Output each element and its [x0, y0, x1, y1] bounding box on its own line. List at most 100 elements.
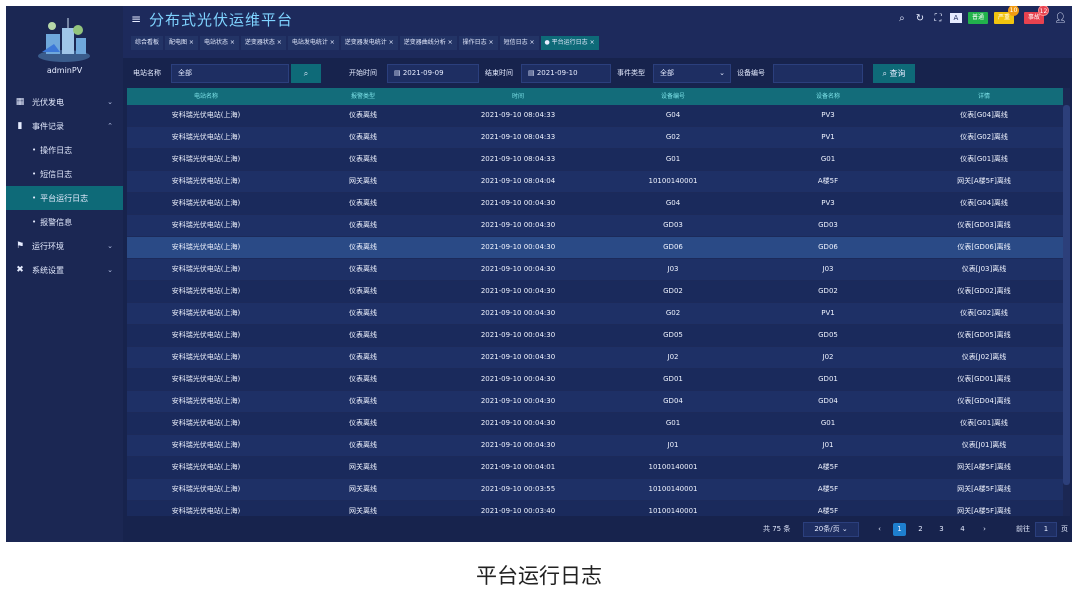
normal-alarm-badge[interactable]: 普通	[967, 12, 988, 24]
cell-time: 2021-09-10 00:04:30	[480, 419, 556, 427]
sidebar-item-events[interactable]: ▮ 事件记录 ⌃	[6, 114, 123, 138]
page-button-3[interactable]: 3	[935, 523, 948, 536]
refresh-icon[interactable]: ↻	[914, 13, 926, 24]
cell-time: 2021-09-10 00:04:30	[480, 331, 556, 339]
cell-alarm-type: 仪表离线	[349, 111, 377, 119]
cell-time: 2021-09-10 00:04:01	[480, 463, 556, 471]
next-page-button[interactable]: ›	[978, 523, 991, 536]
search-icon[interactable]: ⌕	[896, 13, 908, 24]
table-row[interactable]: 安科瑞光伏电站(上海) 仪表离线 2021-09-10 00:04:30 GD05 GD…	[127, 325, 1063, 347]
cell-device-no: G02	[665, 309, 681, 317]
col-device-no: 设备编号	[660, 93, 685, 100]
cell-alarm-type: 仪表离线	[349, 199, 377, 207]
goto-label: 前往	[1016, 525, 1030, 533]
cell-device-no: GD05	[663, 331, 683, 339]
table-row[interactable]: 安科瑞光伏电站(上海) 仪表离线 2021-09-10 00:04:30 GD06 GD…	[127, 237, 1063, 259]
cell-alarm-type: 网关离线	[349, 507, 377, 515]
tab-operation-log[interactable]: 操作日志 ×	[458, 36, 498, 50]
cell-detail: 仪表[J03]离线	[961, 265, 1007, 273]
sidebar-sub-label: 报警信息	[40, 217, 73, 227]
table-row[interactable]: 安科瑞光伏电站(上海) 网关离线 2021-09-10 00:03:40 101001…	[127, 501, 1063, 516]
app-title: 分布式光伏运维平台	[149, 11, 294, 29]
cell-device-no: GD03	[663, 221, 683, 229]
start-time-label: 开始时间	[349, 69, 377, 77]
table-row[interactable]: 安科瑞光伏电站(上海) 仪表离线 2021-09-10 00:04:30 GD04 GD…	[127, 391, 1063, 413]
app-window: adminPV ▦ 光伏发电 ⌄ ▮ 事件记录 ⌃ • 操作日志 • 短信日志 …	[6, 6, 1072, 542]
sidebar-item-settings[interactable]: ✖ 系统设置 ⌄	[6, 258, 123, 282]
sidebar-item-environment[interactable]: ⚑ 运行环境 ⌄	[6, 234, 123, 258]
cell-device-name: A楼5F	[817, 507, 839, 515]
cell-device-no: 10100140001	[648, 177, 698, 185]
col-time: 时间	[511, 93, 524, 100]
device-no-label: 设备编号	[737, 69, 765, 77]
accident-alarm-badge[interactable]: 事故 12	[1023, 6, 1049, 24]
table-row[interactable]: 安科瑞光伏电站(上海) 仪表离线 2021-09-10 08:04:33 G01 G01…	[127, 149, 1063, 171]
prev-page-button[interactable]: ‹	[873, 523, 886, 536]
sidebar-sub-platform-log[interactable]: • 平台运行日志	[6, 186, 123, 210]
page-button-2[interactable]: 2	[914, 523, 927, 536]
tab-distribution[interactable]: 配电图 ×	[165, 36, 198, 50]
cell-detail: 仪表[GD02]离线	[957, 287, 1011, 295]
font-size-icon[interactable]: A	[949, 13, 962, 23]
header: ≡ 分布式光伏运维平台 综合看板 配电图 × 电站状态 × 逆变器状态 × 电站…	[123, 6, 1072, 58]
tab-inverter-curve[interactable]: 逆变器曲线分析 ×	[399, 36, 457, 50]
calendar-icon: ▤	[394, 69, 403, 77]
sidebar-sub-operation-log[interactable]: • 操作日志	[6, 138, 123, 162]
start-date-field[interactable]: ▤ 2021-09-09	[387, 64, 479, 83]
tab-station-stats[interactable]: 电站发电统计 ×	[287, 36, 339, 50]
table-row[interactable]: 安科瑞光伏电站(上海) 仪表离线 2021-09-10 00:04:30 G01 G01…	[127, 413, 1063, 435]
device-no-input[interactable]	[773, 64, 863, 83]
cell-detail: 网关[A楼5F]离线	[957, 485, 1011, 493]
table-scrollbar[interactable]	[1063, 105, 1070, 485]
table-row[interactable]: 安科瑞光伏电站(上海) 仪表离线 2021-09-10 00:04:30 J01 J01…	[127, 435, 1063, 457]
end-date-field[interactable]: ▤ 2021-09-10	[521, 64, 611, 83]
tab-dashboard[interactable]: 综合看板	[131, 36, 164, 50]
fullscreen-icon[interactable]: ⛶	[932, 13, 944, 24]
table-row[interactable]: 安科瑞光伏电站(上海) 仪表离线 2021-09-10 00:04:30 J03 J03…	[127, 259, 1063, 281]
table-row[interactable]: 安科瑞光伏电站(上海) 网关离线 2021-09-10 08:04:04 101001…	[127, 171, 1063, 193]
page-button-4[interactable]: 4	[956, 523, 969, 536]
table-row[interactable]: 安科瑞光伏电站(上海) 仪表离线 2021-09-10 00:04:30 G04 PV3…	[127, 193, 1063, 215]
serious-alarm-count: 10	[1007, 6, 1019, 16]
sidebar-sub-alarm-info[interactable]: • 报警信息	[6, 210, 123, 234]
cell-station: 安科瑞光伏电站(上海)	[171, 397, 241, 405]
tab-platform-log[interactable]: ● 平台运行日志 ×	[540, 36, 599, 50]
table-row[interactable]: 安科瑞光伏电站(上海) 仪表离线 2021-09-10 00:04:30 GD03 GD…	[127, 215, 1063, 237]
station-search-button[interactable]: ⌕	[291, 64, 321, 83]
tab-inverter-stats[interactable]: 逆变器发电统计 ×	[340, 36, 398, 50]
event-type-select[interactable]: 全部 ⌄	[653, 64, 731, 83]
cell-detail: 仪表[G01]离线	[960, 419, 1008, 427]
cell-device-name: A楼5F	[817, 463, 839, 471]
cell-alarm-type: 仪表离线	[349, 309, 377, 317]
sidebar-sub-label: 短信日志	[40, 169, 73, 179]
table-row[interactable]: 安科瑞光伏电站(上海) 仪表离线 2021-09-10 08:04:33 G04 PV3…	[127, 105, 1063, 127]
table-row[interactable]: 安科瑞光伏电站(上海) 仪表离线 2021-09-10 00:04:30 GD01 GD…	[127, 369, 1063, 391]
cell-device-no: 10100140001	[648, 463, 698, 471]
serious-alarm-badge[interactable]: 严重 10	[993, 6, 1019, 24]
table-row[interactable]: 安科瑞光伏电站(上海) 网关离线 2021-09-10 00:03:55 101001…	[127, 479, 1063, 501]
sidebar-item-pv[interactable]: ▦ 光伏发电 ⌄	[6, 90, 123, 114]
tab-sms-log[interactable]: 短信日志 ×	[499, 36, 539, 50]
page-button-1[interactable]: 1	[893, 523, 906, 536]
cell-detail: 仪表[GD04]离线	[957, 397, 1011, 405]
cell-detail: 仪表[GD06]离线	[957, 243, 1011, 251]
menu-icon[interactable]: ≡	[131, 12, 141, 26]
table-row[interactable]: 安科瑞光伏电站(上海) 仪表离线 2021-09-10 00:04:30 G02 PV1…	[127, 303, 1063, 325]
table-row[interactable]: 安科瑞光伏电站(上海) 仪表离线 2021-09-10 00:04:30 J02 J02…	[127, 347, 1063, 369]
tab-station-status[interactable]: 电站状态 ×	[199, 36, 239, 50]
query-button[interactable]: ⌕ 查询	[873, 64, 915, 83]
cell-station: 安科瑞光伏电站(上海)	[171, 243, 241, 251]
goto-page-input[interactable]: 1	[1035, 522, 1057, 537]
table-row[interactable]: 安科瑞光伏电站(上海) 仪表离线 2021-09-10 00:04:30 GD02 GD…	[127, 281, 1063, 303]
cell-device-name: PV3	[821, 111, 835, 119]
col-device-name: 设备名称	[815, 93, 840, 100]
tab-inverter-status[interactable]: 逆变器状态 ×	[240, 36, 286, 50]
station-select[interactable]: 全部	[171, 64, 289, 83]
table-row[interactable]: 安科瑞光伏电站(上海) 仪表离线 2021-09-10 08:04:33 G02 PV1…	[127, 127, 1063, 149]
user-icon[interactable]: 👤︎	[1054, 13, 1067, 24]
cell-alarm-type: 网关离线	[349, 485, 377, 493]
page-size-select[interactable]: 20条/页 ⌄	[803, 522, 859, 537]
sidebar-sub-sms-log[interactable]: • 短信日志	[6, 162, 123, 186]
cell-alarm-type: 仪表离线	[349, 397, 377, 405]
table-row[interactable]: 安科瑞光伏电站(上海) 网关离线 2021-09-10 00:04:01 101001…	[127, 457, 1063, 479]
